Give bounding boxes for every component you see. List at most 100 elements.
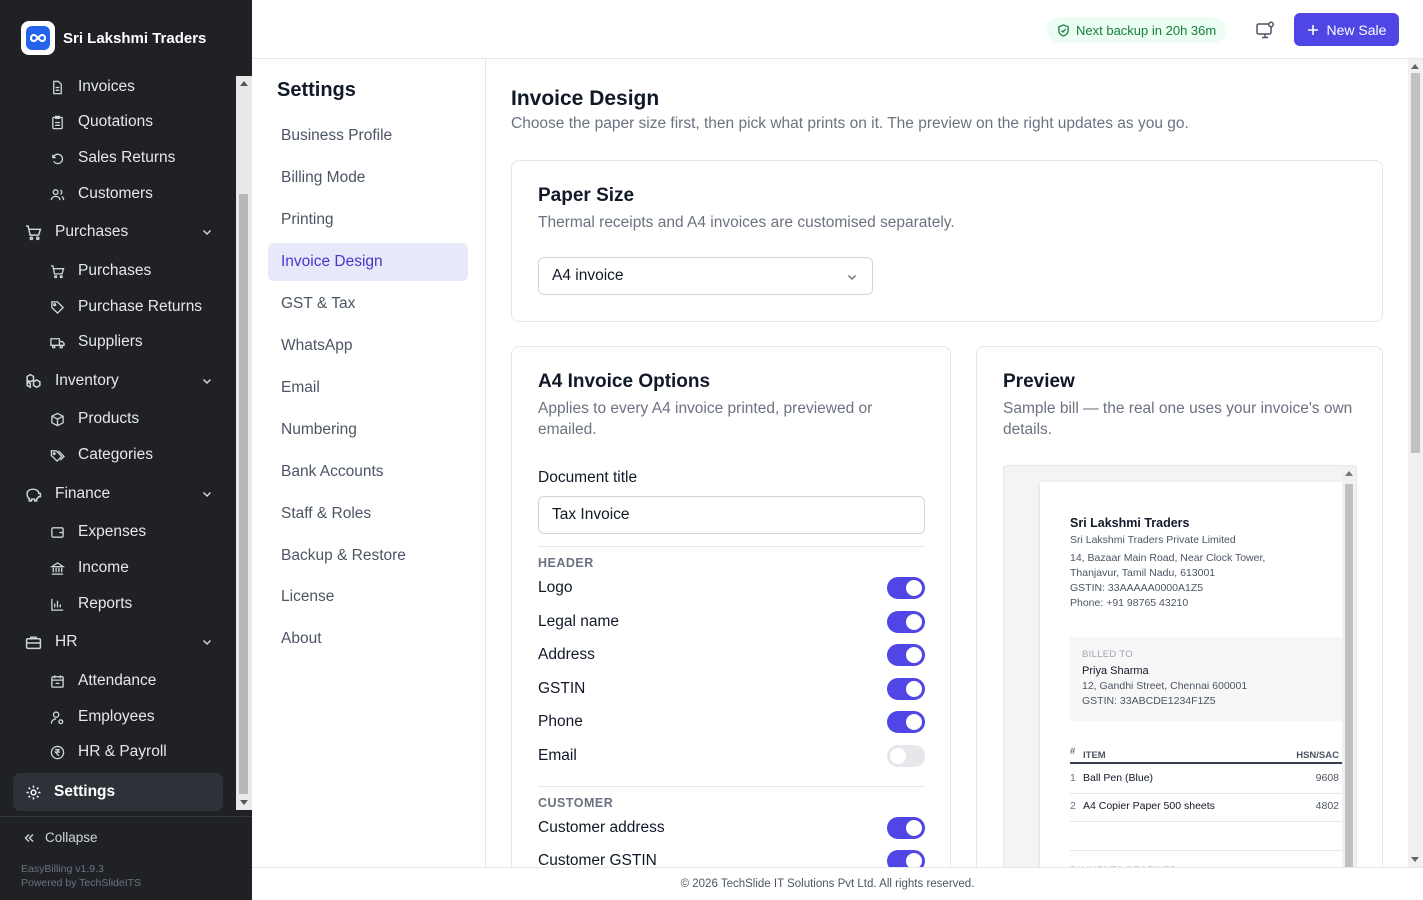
backup-status-text: Next backup in 20h 36m	[1076, 22, 1217, 38]
sidebar-item-suppliers[interactable]: Suppliers	[50, 333, 143, 351]
sidebar-item-label: Attendance	[78, 672, 157, 689]
sidebar-item-purchase-returns[interactable]: Purchase Returns	[50, 298, 202, 316]
tag-return-icon	[51, 300, 65, 314]
toggle-label: Legal name	[538, 613, 620, 630]
scrollbar-thumb[interactable]	[239, 194, 248, 794]
file-icon	[53, 80, 62, 94]
sidebar-item-attendance[interactable]: Attendance	[50, 672, 156, 690]
monitor-icon	[1256, 21, 1274, 39]
scrollbar-thumb[interactable]	[1345, 484, 1353, 867]
settings-nav-bank-accounts[interactable]: Bank Accounts	[268, 453, 468, 491]
toggle-label: Customer address	[538, 819, 665, 836]
preview-phone: Phone: +91 98765 43210	[1070, 597, 1189, 609]
preview-address-line1: 14, Bazaar Main Road, Near Clock Tower,	[1070, 552, 1266, 564]
row-item: A4 Copier Paper 500 sheets	[1083, 800, 1215, 812]
toggle-label: Customer GSTIN	[538, 852, 657, 867]
collapse-button[interactable]: Collapse	[23, 830, 98, 845]
sidebar-item-settings[interactable]: Settings	[13, 773, 223, 811]
cart-icon	[26, 224, 42, 240]
phone-toggle[interactable]	[887, 711, 925, 733]
brand-name: Sri Lakshmi Traders	[63, 29, 207, 47]
sidebar-item-employees[interactable]: Employees	[50, 708, 155, 726]
settings-nav-printing[interactable]: Printing	[268, 201, 468, 239]
powered-by-text: Powered by TechSlideITS	[21, 877, 142, 889]
sidebar-scrollbar[interactable]	[236, 76, 252, 810]
toggle-label: Phone	[538, 713, 583, 730]
backup-status-badge[interactable]: Next backup in 20h 36m	[1047, 17, 1227, 43]
preview-subtitle-line1: Sample bill — the real one uses your inv…	[1003, 400, 1353, 417]
chevron-down-icon	[202, 229, 212, 236]
preview-address-line2: Thanjavur, Tamil Nadu, 613001	[1070, 567, 1216, 579]
sidebar-group-hr[interactable]: HR	[25, 633, 215, 651]
logo-toggle[interactable]	[887, 577, 925, 599]
legal-name-toggle[interactable]	[887, 611, 925, 633]
settings-nav-license[interactable]: License	[268, 578, 468, 616]
sidebar-item-expenses[interactable]: Expenses	[50, 523, 146, 541]
calendar-icon	[51, 674, 64, 688]
new-sale-button[interactable]: New Sale	[1294, 13, 1399, 46]
preview-scrollbar[interactable]	[1342, 466, 1356, 867]
chevron-down-icon	[202, 491, 212, 498]
invoice-preview-frame[interactable]: Sri Lakshmi Traders Sri Lakshmi Traders …	[1003, 465, 1357, 867]
sidebar-item-sales-returns[interactable]: Sales Returns	[50, 149, 175, 167]
sidebar-item-hr-payroll[interactable]: HR & Payroll	[50, 743, 167, 761]
row-hsn: 4802	[1315, 800, 1339, 812]
paper-size-select[interactable]: A4 invoice	[538, 257, 873, 295]
sidebar-item-label: HR & Payroll	[78, 743, 167, 760]
sidebar-item-label: Sales Returns	[78, 149, 176, 166]
scroll-down-arrow-icon[interactable]	[1411, 857, 1419, 862]
sidebar-item-categories[interactable]: Categories	[50, 446, 153, 464]
sidebar-item-quotations[interactable]: Quotations	[50, 113, 153, 131]
scrollbar-thumb[interactable]	[1411, 73, 1420, 453]
sidebar-item-invoices[interactable]: Invoices	[50, 78, 135, 96]
display-settings-button[interactable]	[1254, 19, 1276, 41]
sidebar-item-label: Quotations	[78, 113, 153, 130]
main-scrollbar[interactable]	[1408, 59, 1423, 867]
sidebar-item-reports[interactable]: Reports	[50, 595, 132, 613]
sidebar-item-customers[interactable]: Customers	[50, 185, 153, 203]
preview-subtitle-line2: details.	[1003, 421, 1053, 438]
sidebar-item-label: Purchase Returns	[78, 298, 203, 315]
settings-nav-email[interactable]: Email	[268, 369, 468, 407]
address-toggle[interactable]	[887, 644, 925, 666]
preview-title: Preview	[1003, 371, 1075, 392]
settings-nav-numbering[interactable]: Numbering	[268, 411, 468, 449]
piggy-bank-icon	[26, 487, 42, 502]
main-content: Invoice Design Choose the paper size fir…	[487, 59, 1408, 867]
preview-legal-name: Sri Lakshmi Traders Private Limited	[1070, 534, 1236, 546]
plus-icon	[1307, 24, 1318, 35]
sidebar-item-label: Invoices	[78, 78, 135, 95]
table-row: 2 A4 Copier Paper 500 sheets 4802	[1070, 794, 1342, 822]
toggle-row-logo: Logo	[538, 577, 925, 599]
undo-icon	[52, 153, 64, 164]
settings-nav-business-profile[interactable]: Business Profile	[268, 117, 468, 155]
page-subtitle: Choose the paper size first, then pick w…	[511, 115, 1189, 132]
settings-nav-about[interactable]: About	[268, 620, 468, 658]
col-hsn: HSN/SAC	[1296, 750, 1339, 761]
scroll-up-arrow-icon[interactable]	[240, 81, 248, 86]
settings-nav-whatsapp[interactable]: WhatsApp	[268, 327, 468, 365]
settings-nav-invoice-design[interactable]: Invoice Design	[268, 243, 468, 281]
settings-nav-backup-restore[interactable]: Backup & Restore	[268, 537, 468, 575]
sidebar-item-purchases[interactable]: Purchases	[50, 262, 151, 280]
sidebar-group-label: HR	[55, 633, 78, 650]
scroll-up-arrow-icon[interactable]	[1345, 471, 1353, 476]
document-title-input[interactable]: Tax Invoice	[538, 496, 925, 534]
settings-nav-billing-mode[interactable]: Billing Mode	[268, 159, 468, 197]
toggle-row-email: Email	[538, 745, 925, 767]
scroll-up-arrow-icon[interactable]	[1411, 64, 1419, 69]
customer-gstin-toggle[interactable]	[887, 850, 925, 867]
sidebar-group-inventory[interactable]: Inventory	[25, 372, 215, 390]
sidebar-item-income[interactable]: Income	[50, 559, 129, 577]
collapse-label: Collapse	[45, 830, 98, 845]
settings-nav-staff-roles[interactable]: Staff & Roles	[268, 495, 468, 533]
sidebar-item-products[interactable]: Products	[50, 410, 139, 428]
customer-address-toggle[interactable]	[887, 817, 925, 839]
scroll-down-arrow-icon[interactable]	[240, 800, 248, 805]
settings-nav-gst-tax[interactable]: GST & Tax	[268, 285, 468, 323]
brand[interactable]: Sri Lakshmi Traders	[21, 21, 206, 55]
gstin-toggle[interactable]	[887, 678, 925, 700]
email-toggle[interactable]	[887, 745, 925, 767]
sidebar-group-finance[interactable]: Finance	[25, 485, 215, 503]
sidebar-group-purchases[interactable]: Purchases	[25, 223, 215, 241]
